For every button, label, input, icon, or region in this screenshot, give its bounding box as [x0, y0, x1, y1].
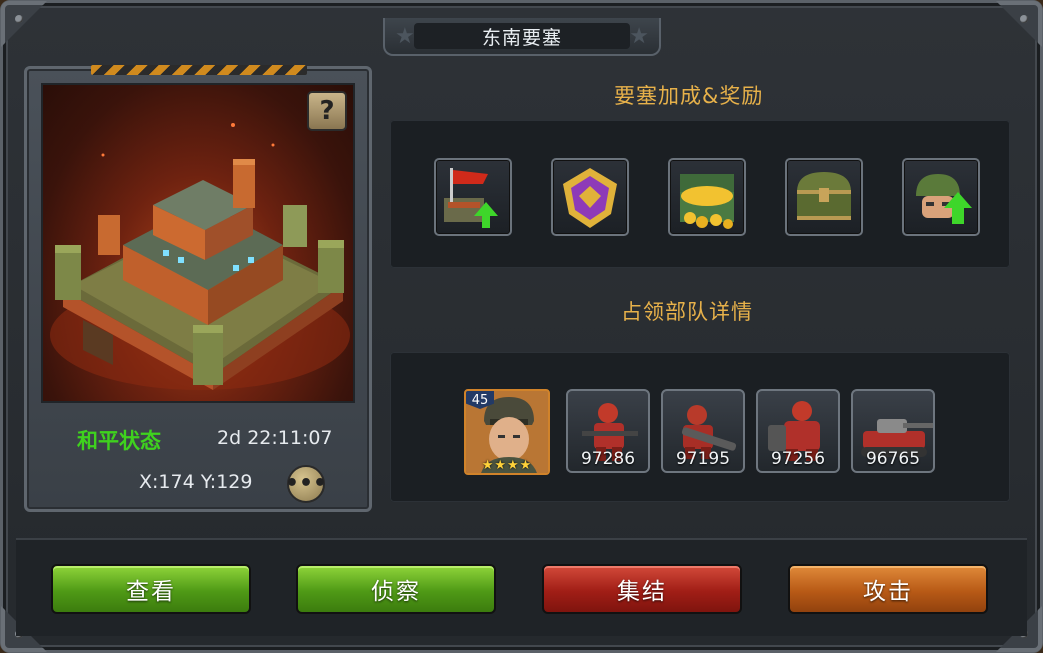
- troops-section-title: 占领部队详情: [621, 300, 753, 324]
- star-icon: ★: [395, 24, 415, 49]
- reward-slot[interactable]: [434, 158, 512, 236]
- soldier-helmet-upgrade-icon: [916, 174, 972, 224]
- hero-portrait[interactable]: 45 ★★★★: [464, 389, 550, 475]
- reward-slot[interactable]: [668, 158, 746, 236]
- rivet: [15, 15, 23, 23]
- unit-count: 97286: [580, 449, 636, 469]
- reward-slot[interactable]: [551, 158, 629, 236]
- treasure-chest-icon: [797, 172, 851, 220]
- purple-rank-badge-icon: [563, 168, 617, 228]
- gold-coins-chest-icon: [680, 174, 734, 229]
- rewards-section-title: 要塞加成&奖励: [614, 84, 764, 108]
- unit-count: 97256: [770, 449, 826, 469]
- fortress-coordinates: X:174 Y:129: [139, 471, 253, 493]
- rally-button[interactable]: 集结: [542, 564, 742, 614]
- reward-slot[interactable]: [902, 158, 980, 236]
- more-options-button[interactable]: •••: [285, 465, 327, 503]
- help-button[interactable]: ?: [307, 91, 347, 131]
- attack-button[interactable]: 攻击: [788, 564, 988, 614]
- fortress-card: ? 和平状态 2d 22:11:07 X:174 Y:129 •••: [24, 65, 372, 512]
- fortress-info: 和平状态 2d 22:11:07 X:174 Y:129 •••: [41, 405, 355, 503]
- unit-count: 96765: [865, 449, 921, 469]
- frame-corner: [1, 1, 47, 47]
- peace-status: 和平状态: [77, 429, 161, 453]
- hazard-stripe: [91, 65, 307, 75]
- star-icon: ★: [629, 24, 649, 49]
- unit-slot[interactable]: 97256: [756, 389, 840, 473]
- fortress-image: ?: [41, 83, 355, 403]
- scout-button[interactable]: 侦察: [296, 564, 496, 614]
- frame-corner: [996, 1, 1042, 47]
- rewards-panel: [390, 120, 1010, 268]
- fortress-flag-upgrade-icon: [444, 168, 498, 228]
- status-timer: 2d 22:11:07: [217, 427, 333, 449]
- unit-slot[interactable]: 97195: [661, 389, 745, 473]
- unit-count: 97195: [675, 449, 731, 469]
- hero-stars: ★★★★: [481, 458, 533, 473]
- fortress-illustration: [50, 123, 350, 390]
- dialog-title: 东南要塞: [414, 23, 630, 49]
- rivet: [1020, 15, 1028, 23]
- reward-slot[interactable]: [785, 158, 863, 236]
- view-button[interactable]: 查看: [51, 564, 251, 614]
- title-tab: ★ 东南要塞 ★: [383, 18, 661, 56]
- unit-slot[interactable]: 96765: [851, 389, 935, 473]
- unit-slot[interactable]: 97286: [566, 389, 650, 473]
